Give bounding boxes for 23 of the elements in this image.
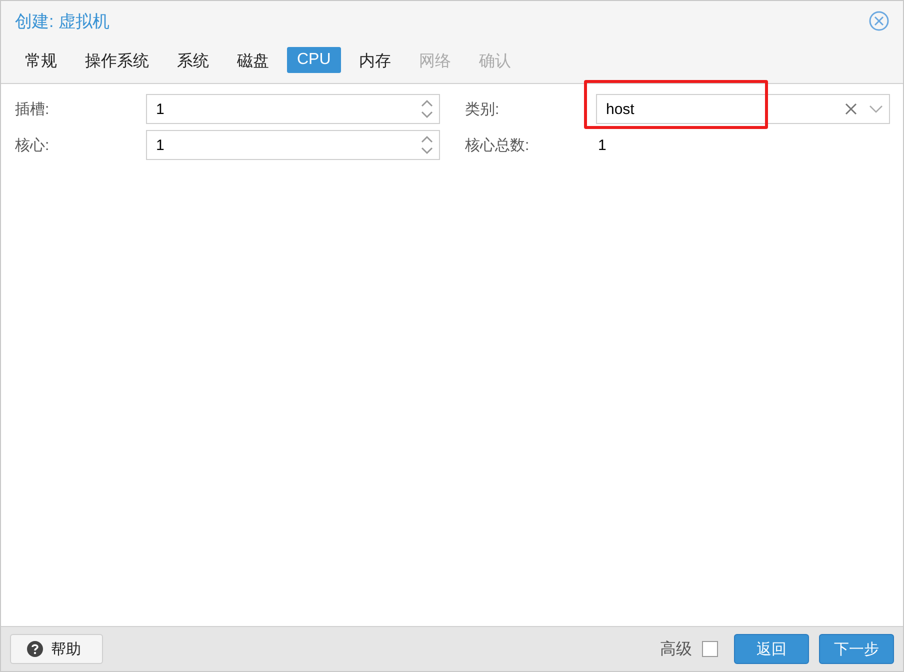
field-label: 插槽: [15, 100, 50, 118]
chevron-down-icon[interactable] [869, 105, 883, 113]
spinner-arrows-icon[interactable] [421, 98, 433, 120]
tab[interactable]: 磁盘 [227, 47, 279, 76]
window-title: 创建: 虚拟机 [15, 10, 110, 32]
field-value: 1 [597, 136, 606, 154]
advanced-checkbox[interactable] [702, 641, 718, 657]
select-field[interactable]: host [596, 94, 890, 124]
field-label: 核心总数: [465, 136, 530, 154]
close-icon[interactable] [869, 11, 889, 31]
tab[interactable]: 常规 [15, 47, 67, 76]
advanced-label: 高级 [660, 640, 692, 660]
tab[interactable]: 操作系统 [75, 47, 159, 76]
help-button[interactable]: 帮助 [10, 634, 103, 664]
field-label: 核心: [15, 136, 50, 154]
number-field[interactable]: 1 [146, 130, 440, 160]
question-icon [27, 641, 43, 657]
spinner-arrows-icon[interactable] [421, 134, 433, 156]
tab[interactable]: 内存 [348, 47, 401, 76]
number-field[interactable]: 1 [146, 94, 440, 124]
field-label: 类别: [465, 100, 500, 118]
tab[interactable]: 系统 [167, 47, 219, 76]
clear-icon[interactable] [845, 103, 857, 115]
